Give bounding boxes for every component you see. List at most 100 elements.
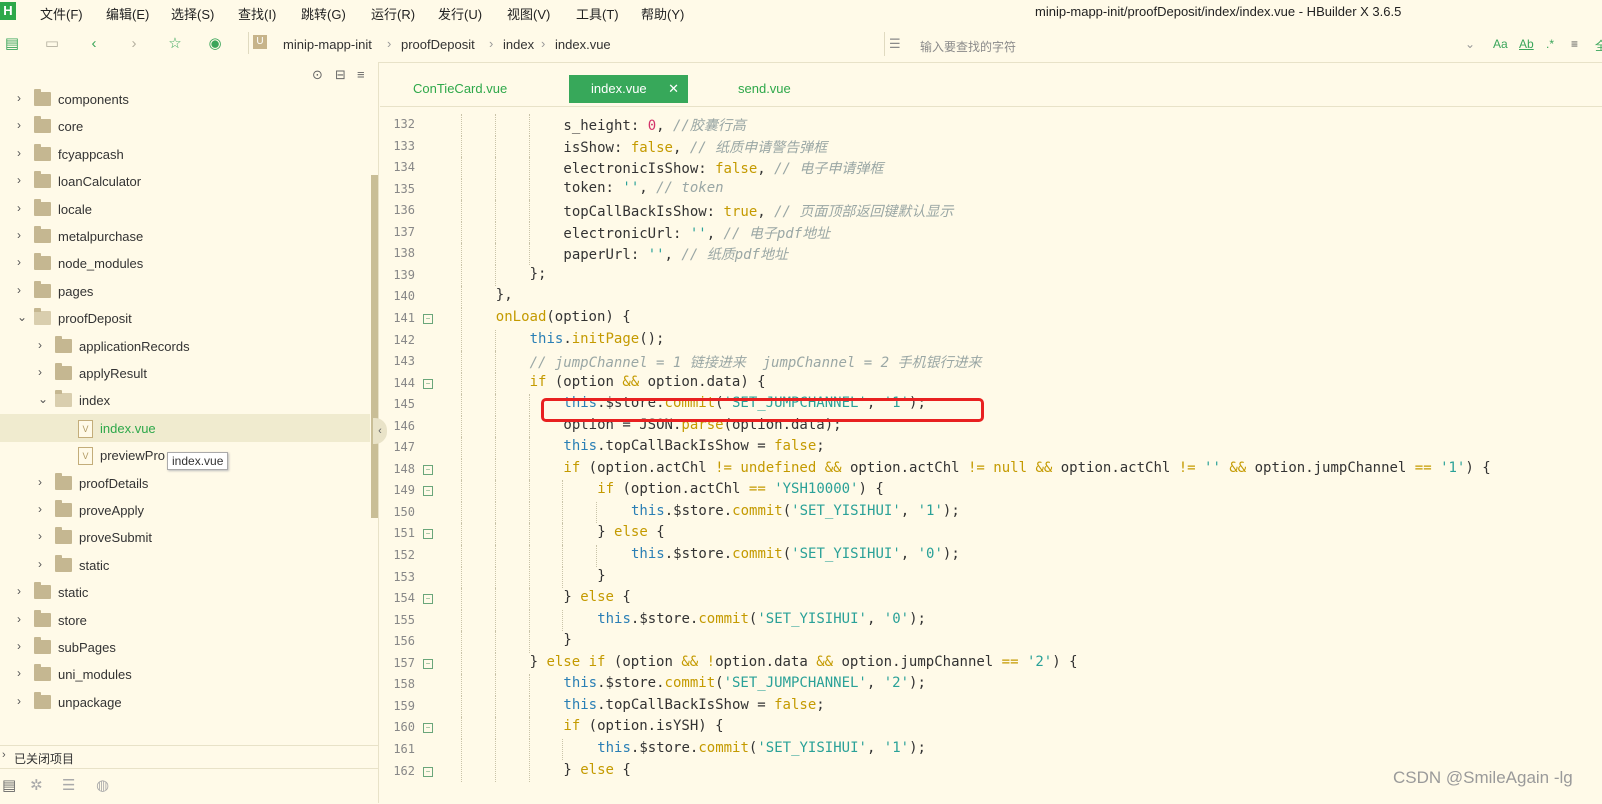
debug-icon[interactable]: ✲ — [30, 776, 43, 794]
menu-icon[interactable]: ≡ — [357, 67, 365, 82]
tree-item[interactable]: › proveSubmit — [0, 523, 370, 551]
git-icon[interactable]: ◍ — [96, 776, 109, 794]
tree-item[interactable]: › loanCalculator — [0, 167, 370, 195]
menu-help[interactable]: 帮助(Y) — [641, 4, 684, 23]
chevron-right-icon[interactable]: › — [38, 557, 50, 571]
code-line[interactable]: paperUrl: '', // 纸质pdf地址 — [563, 244, 788, 264]
fold-icon[interactable]: − — [423, 486, 433, 497]
chevron-right-icon[interactable]: › — [17, 584, 29, 598]
new-file-icon[interactable]: ▤ — [4, 36, 20, 52]
chevron-down-icon[interactable]: ⌄ — [38, 392, 50, 406]
chevron-right-icon[interactable]: › — [38, 475, 50, 489]
code-line[interactable]: } else { — [563, 589, 630, 605]
tree-item[interactable]: › applicationRecords — [0, 332, 370, 360]
code-line[interactable]: this.$store.commit('SET_YISIHUI', '1'); — [597, 740, 926, 756]
whole-word-toggle[interactable]: Ab — [1519, 37, 1534, 51]
tree-item[interactable]: › core — [0, 112, 370, 140]
tree-item[interactable]: › applyResult — [0, 359, 370, 387]
sidebar-scrollbar[interactable] — [371, 175, 378, 518]
code-line[interactable]: } else { — [597, 524, 664, 540]
chevron-right-icon[interactable]: › — [17, 91, 29, 105]
tree-item[interactable]: › node_modules — [0, 249, 370, 277]
closed-projects[interactable]: › 已关闭项目 — [0, 745, 378, 768]
code-line[interactable]: token: '', // token — [563, 180, 723, 196]
code-line[interactable]: s_height: 0, //胶囊行高 — [563, 115, 745, 135]
code-line[interactable]: if (option && option.data) { — [530, 374, 766, 390]
replace-icon[interactable]: 全 — [1595, 37, 1602, 54]
tree-item[interactable]: › uni_modules — [0, 660, 370, 688]
tree-item[interactable]: › proofDetails — [0, 469, 370, 497]
code-line[interactable]: // jumpChannel = 1 链接进来 jumpChannel = 2 … — [530, 352, 982, 372]
tab-send-vue[interactable]: send.vue — [738, 75, 791, 103]
star-icon[interactable]: ☆ — [167, 36, 183, 52]
code-line[interactable]: this.topCallBackIsShow = false; — [563, 697, 824, 713]
code-line[interactable]: } else if (option && !option.data && opt… — [530, 654, 1078, 670]
tree-item[interactable]: › proveApply — [0, 496, 370, 524]
search-files-icon[interactable]: ☰ — [62, 776, 75, 794]
code-line[interactable]: this.topCallBackIsShow = false; — [563, 438, 824, 454]
chevron-right-icon[interactable]: › — [17, 201, 29, 215]
code-line[interactable]: } else { — [563, 762, 630, 778]
match-case-toggle[interactable]: Aa — [1493, 37, 1508, 51]
fold-icon[interactable]: − — [423, 378, 433, 389]
chevron-right-icon[interactable]: › — [38, 338, 50, 352]
breadcrumb-item[interactable]: minip-mapp-init — [283, 37, 372, 52]
menu-file[interactable]: 文件(F) — [40, 4, 83, 23]
tree-item[interactable]: › components — [0, 85, 370, 113]
chevron-right-icon[interactable]: › — [17, 255, 29, 269]
chevron-down-icon[interactable]: ⌄ — [17, 310, 29, 324]
chevron-right-icon[interactable]: › — [17, 146, 29, 160]
fold-icon[interactable]: − — [423, 658, 433, 669]
tab-contiecard[interactable]: ConTieCard.vue — [413, 75, 507, 103]
chevron-right-icon[interactable]: › — [38, 502, 50, 516]
tree-item[interactable]: › metalpurchase — [0, 222, 370, 250]
run-icon[interactable]: ◉ — [207, 36, 223, 52]
code-line[interactable]: if (option.actChl == 'YSH10000') { — [597, 481, 884, 497]
chevron-right-icon[interactable]: › — [17, 639, 29, 653]
chevron-right-icon[interactable]: › — [17, 173, 29, 187]
tree-item[interactable]: › static — [0, 578, 370, 606]
tree-item[interactable]: › fcyappcash — [0, 140, 370, 168]
chevron-right-icon[interactable]: › — [17, 612, 29, 626]
menu-select[interactable]: 选择(S) — [171, 4, 214, 23]
menu-edit[interactable]: 编辑(E) — [106, 4, 149, 23]
code-line[interactable]: }, — [496, 287, 513, 303]
code-line[interactable]: this.$store.commit('SET_YISIHUI', '0'); — [631, 546, 960, 562]
fold-icon[interactable]: − — [423, 766, 433, 777]
menu-view[interactable]: 视图(V) — [507, 4, 550, 23]
chevron-right-icon[interactable]: › — [17, 694, 29, 708]
regex-toggle[interactable]: .* — [1546, 37, 1554, 51]
tree-item[interactable]: › store — [0, 606, 370, 634]
code-line[interactable]: onLoad(option) { — [496, 309, 631, 325]
menu-run[interactable]: 运行(R) — [371, 4, 415, 23]
fold-icon[interactable]: − — [423, 464, 433, 475]
code-line[interactable]: electronicUrl: '', // 电子pdf地址 — [563, 223, 830, 243]
code-line[interactable]: if (option.isYSH) { — [563, 718, 723, 734]
search-input[interactable]: 输入要查找的字符 — [920, 38, 1016, 55]
code-line[interactable]: this.initPage(); — [530, 331, 665, 347]
fold-icon[interactable]: − — [423, 723, 433, 734]
breadcrumb-item[interactable]: index — [503, 37, 534, 52]
forward-icon[interactable]: › — [126, 36, 142, 52]
tree-item[interactable]: ⌄ index — [0, 386, 370, 414]
code-line[interactable]: } — [563, 632, 571, 648]
save-icon[interactable]: ▭ — [44, 36, 60, 52]
code-line[interactable]: if (option.actChl != undefined && option… — [563, 460, 1490, 476]
tree-item[interactable]: › static — [0, 551, 370, 579]
chevron-right-icon[interactable]: › — [17, 118, 29, 132]
close-icon[interactable]: ✕ — [668, 75, 679, 103]
tree-item[interactable]: › subPages — [0, 633, 370, 661]
fold-icon[interactable]: − — [423, 313, 433, 324]
code-line[interactable]: isShow: false, // 纸质申请警告弹框 — [563, 137, 827, 157]
code-line[interactable]: }; — [530, 266, 547, 282]
breadcrumb-item[interactable]: proofDeposit — [401, 37, 475, 52]
code-line[interactable]: this.$store.commit('SET_JUMPCHANNEL', '2… — [563, 675, 925, 691]
format-icon[interactable]: ≡ — [1571, 37, 1578, 51]
code-line[interactable]: electronicIsShow: false, // 电子申请弹框 — [563, 158, 883, 178]
back-icon[interactable]: ‹ — [86, 36, 102, 52]
project-view-icon[interactable]: ▤ — [2, 776, 16, 794]
tree-item[interactable]: › pages — [0, 277, 370, 305]
chevron-right-icon[interactable]: › — [38, 365, 50, 379]
tree-item[interactable]: ⌄ proofDeposit — [0, 304, 370, 332]
collapse-all-icon[interactable]: ⊟ — [335, 67, 346, 83]
